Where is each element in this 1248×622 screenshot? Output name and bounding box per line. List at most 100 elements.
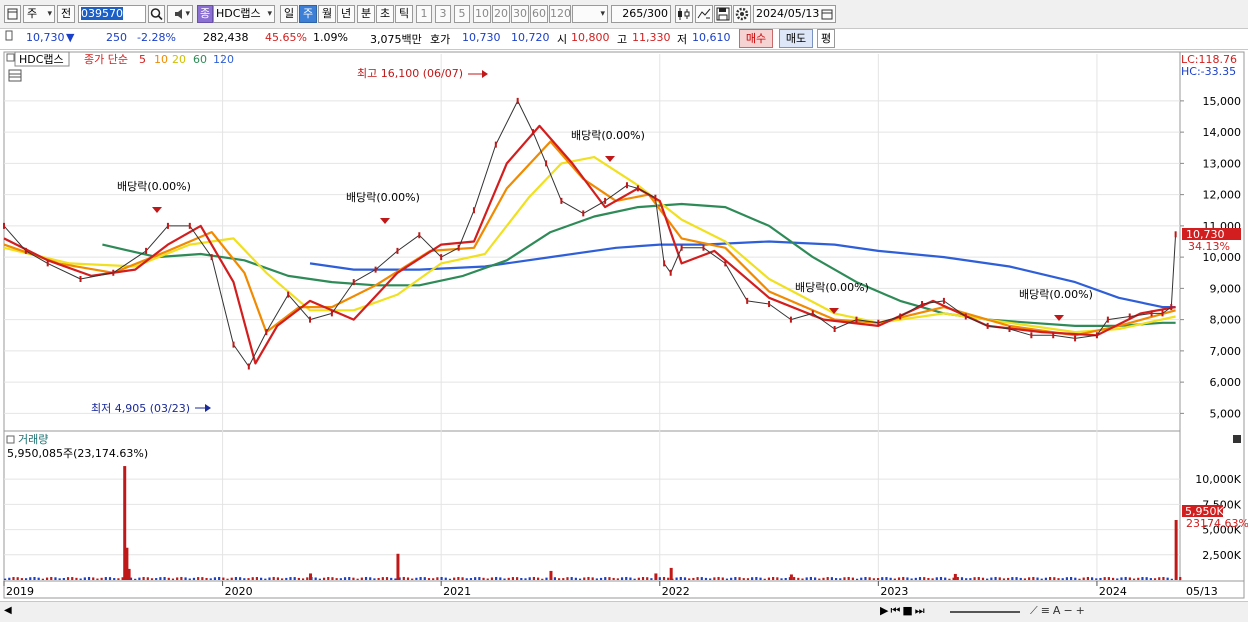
interval-1[interactable]: 1 xyxy=(416,5,432,23)
stop-icon[interactable]: ■ xyxy=(902,604,914,617)
volume-bar xyxy=(1090,577,1094,580)
volume-bar xyxy=(860,577,863,580)
sell-button[interactable]: 매도 xyxy=(779,29,813,48)
table-icon[interactable] xyxy=(8,69,22,82)
interval-dropdown[interactable] xyxy=(572,5,608,23)
volume-bar xyxy=(1019,577,1022,580)
legend-ma10: 10 xyxy=(154,53,168,66)
price-mark xyxy=(1095,332,1098,339)
play-icon[interactable]: ▶ xyxy=(880,604,890,617)
text-icon[interactable]: A xyxy=(1053,604,1064,617)
volume-bar xyxy=(650,578,653,580)
volume-bar xyxy=(1011,577,1014,580)
prev-button[interactable]: 전 xyxy=(57,5,75,23)
volume-bar xyxy=(503,578,506,580)
zoom-slider[interactable] xyxy=(950,611,1020,613)
candle-icon[interactable] xyxy=(675,5,693,23)
x-tick-label: 2021 xyxy=(443,585,471,598)
interval-30[interactable]: 30 xyxy=(511,5,529,23)
eval-button[interactable]: 평 xyxy=(817,29,835,48)
volume-bar xyxy=(935,577,938,580)
save-icon[interactable] xyxy=(714,5,732,23)
volume-bar xyxy=(127,568,131,580)
price-mark xyxy=(768,301,771,307)
volume-bar xyxy=(906,577,909,580)
volume-bar xyxy=(679,576,682,580)
scrollbar[interactable]: ◀ ▶⏮■⏭ ⟋≡A−+ xyxy=(0,601,1248,622)
y-tick-label: 9,000 xyxy=(1210,282,1242,295)
volume-bar xyxy=(587,576,590,580)
price-mark xyxy=(374,266,377,273)
period-minute[interactable]: 분 xyxy=(357,5,375,23)
gear-icon[interactable] xyxy=(733,5,751,23)
volume-bar xyxy=(1002,578,1006,580)
price-mark xyxy=(188,222,191,229)
search-icon[interactable] xyxy=(148,5,165,23)
period-dropdown[interactable]: 주 xyxy=(23,5,55,23)
volume-bar xyxy=(268,577,271,580)
calendar-icon[interactable] xyxy=(821,8,833,20)
stock-name-dropdown[interactable]: HDC랩스 xyxy=(213,5,275,23)
period-tick[interactable]: 틱 xyxy=(395,5,413,23)
period-year[interactable]: 년 xyxy=(337,5,355,23)
bar-count-field[interactable]: 265/300 xyxy=(611,5,671,23)
volume-bar xyxy=(562,578,565,580)
interval-10[interactable]: 10 xyxy=(473,5,491,23)
volume-bar xyxy=(440,576,443,580)
price-mark xyxy=(352,279,355,286)
interval-5[interactable]: 5 xyxy=(454,5,470,23)
price-mark xyxy=(1052,332,1055,339)
price-mark xyxy=(494,141,497,148)
stock-tag: 종 xyxy=(197,5,213,23)
volume-bar xyxy=(318,578,321,580)
volume-bar xyxy=(327,577,330,580)
volume-bar xyxy=(478,577,481,580)
price-panel xyxy=(3,51,1181,432)
dividend-label-2019: 배당락(0.00%) xyxy=(117,180,191,193)
volume-bar xyxy=(369,577,372,580)
play-controls[interactable]: ▶⏮■⏭ xyxy=(880,604,927,618)
rewind-icon[interactable]: ⏮ xyxy=(890,604,902,617)
period-month[interactable]: 월 xyxy=(318,5,336,23)
chart-area[interactable]: 5,0006,0007,0008,0009,00010,00011,00012,… xyxy=(0,49,1248,601)
volume-bar xyxy=(243,578,246,580)
bid-price: 10,720 xyxy=(511,31,550,44)
volume-bar xyxy=(1007,577,1010,580)
speaker-icon[interactable] xyxy=(167,5,193,23)
period-day[interactable]: 일 xyxy=(280,5,298,23)
buy-button[interactable]: 매수 xyxy=(739,29,773,48)
period-second[interactable]: 초 xyxy=(376,5,394,23)
crosshair-icon[interactable] xyxy=(695,5,713,23)
volume-bar xyxy=(1153,578,1157,580)
volume-bar xyxy=(486,578,489,580)
period-week[interactable]: 주 xyxy=(299,5,317,23)
interval-20[interactable]: 20 xyxy=(492,5,510,23)
x-tick-label: 2020 xyxy=(225,585,253,598)
forward-icon[interactable]: ⏭ xyxy=(915,604,927,617)
bar-count: 265 xyxy=(622,7,644,20)
date-field[interactable]: 2024/05/13 xyxy=(753,5,836,23)
volume-bar xyxy=(100,577,103,580)
volume-bar xyxy=(851,577,854,580)
volume-bar xyxy=(633,578,636,580)
trendline-icon[interactable]: ⟋ xyxy=(1030,604,1041,617)
volume-close-icon[interactable] xyxy=(1233,435,1241,443)
x-tick-label: 2024 xyxy=(1099,585,1127,598)
volume-bar xyxy=(553,577,556,580)
interval-3[interactable]: 3 xyxy=(435,5,451,23)
window-icon-glyph xyxy=(7,8,18,20)
price-mark xyxy=(964,313,967,320)
plus-icon[interactable]: + xyxy=(1076,604,1088,617)
quote-toggle[interactable] xyxy=(4,29,13,48)
volume-bar xyxy=(797,577,800,580)
minus-icon[interactable]: − xyxy=(1063,604,1075,617)
price-mark xyxy=(1074,335,1077,342)
interval-60[interactable]: 60 xyxy=(530,5,548,23)
window-icon[interactable] xyxy=(4,5,21,23)
interval-120[interactable]: 120 xyxy=(549,5,571,23)
stock-code-input[interactable]: 039570 xyxy=(78,5,146,23)
draw-tools[interactable]: ⟋≡A−+ xyxy=(1030,604,1088,618)
y-tick-label: 13,000 xyxy=(1203,157,1242,170)
scroll-left-icon[interactable]: ◀ xyxy=(4,605,12,616)
fib-icon[interactable]: ≡ xyxy=(1041,604,1053,617)
